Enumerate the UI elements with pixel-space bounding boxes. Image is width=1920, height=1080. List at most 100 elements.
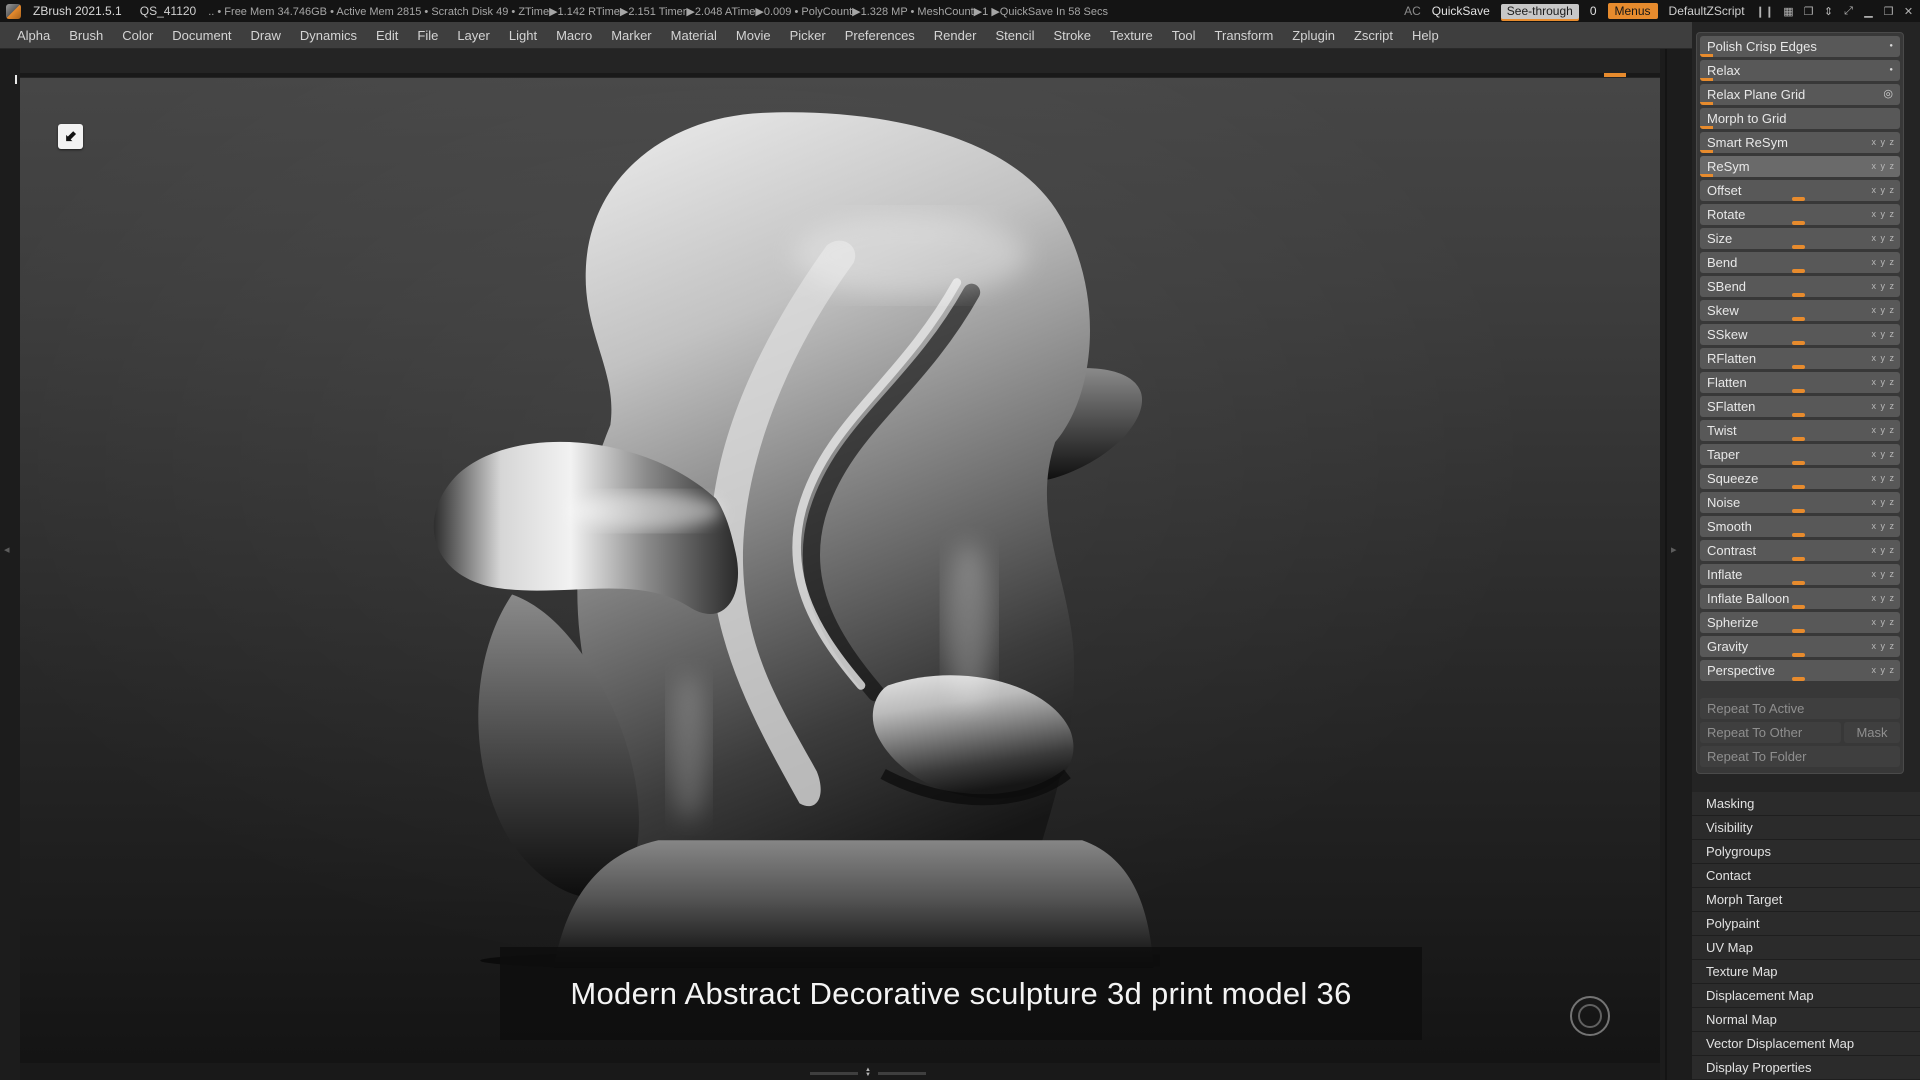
section-vector-displacement-map[interactable]: Vector Displacement Map [1692,1032,1920,1056]
menu-light[interactable]: Light [500,25,546,46]
resize-diagonal-icon[interactable]: ⤢ [1843,5,1854,18]
slider-handle[interactable] [1792,461,1805,465]
axis-selector[interactable]: x y z [1871,373,1895,392]
pause-icon[interactable]: ❙❙ [1756,5,1774,18]
menu-marker[interactable]: Marker [602,25,660,46]
menu-picker[interactable]: Picker [781,25,835,46]
deform-button-relax[interactable]: Relax ● [1700,60,1900,81]
menu-edit[interactable]: Edit [367,25,407,46]
scroll-updown-icon[interactable]: ⇕ [1823,5,1834,18]
document-drop-icon[interactable]: ⬇ [58,124,83,149]
deform-slider-squeeze[interactable]: Squeeze x y z [1700,468,1900,489]
axis-selector[interactable]: x y z [1871,445,1895,464]
deform-slider-sskew[interactable]: SSkew x y z [1700,324,1900,345]
section-texture-map[interactable]: Texture Map [1692,960,1920,984]
axis-selector[interactable]: x y z [1871,349,1895,368]
menu-preferences[interactable]: Preferences [836,25,924,46]
menu-draw[interactable]: Draw [242,25,290,46]
section-polygroups[interactable]: Polygroups [1692,840,1920,864]
minimize-icon[interactable]: ▁ [1863,5,1874,18]
menu-file[interactable]: File [408,25,447,46]
menu-render[interactable]: Render [925,25,986,46]
section-contact[interactable]: Contact [1692,864,1920,888]
axis-selector[interactable]: x y z [1871,325,1895,344]
section-uv-map[interactable]: UV Map [1692,936,1920,960]
axis-selector[interactable]: x y z [1871,637,1895,656]
menu-stencil[interactable]: Stencil [986,25,1043,46]
axis-selector[interactable]: x y z [1871,253,1895,272]
scroll-right-icon[interactable]: ▸ [1671,543,1677,556]
axis-selector[interactable]: x y z [1871,469,1895,488]
deform-slider-skew[interactable]: Skew x y z [1700,300,1900,321]
deform-slider-spherize[interactable]: Spherize x y z [1700,612,1900,633]
repeat-to-other-button[interactable]: Repeat To Other [1700,722,1841,743]
deform-slider-inflate-balloon[interactable]: Inflate Balloon x y z [1700,588,1900,609]
deform-slider-noise[interactable]: Noise x y z [1700,492,1900,513]
deform-slider-inflate[interactable]: Inflate x y z [1700,564,1900,585]
deform-slider-bend[interactable]: Bend x y z [1700,252,1900,273]
axis-selector[interactable]: x y z [1871,397,1895,416]
menu-zplugin[interactable]: Zplugin [1283,25,1344,46]
section-display-properties[interactable]: Display Properties [1692,1056,1920,1080]
canvas-area[interactable]: ⬇ Modern Abstract Decorative sculpture 3… [20,49,1660,1063]
menu-layer[interactable]: Layer [448,25,499,46]
slider-handle[interactable] [1792,605,1805,609]
slider-handle[interactable] [1792,653,1805,657]
slider-handle[interactable] [1792,221,1805,225]
slider-handle[interactable] [1792,341,1805,345]
slider-handle[interactable] [1792,413,1805,417]
deform-slider-offset[interactable]: Offset x y z [1700,180,1900,201]
deform-slider-rotate[interactable]: Rotate x y z [1700,204,1900,225]
axis-selector[interactable]: x y z [1871,493,1895,512]
deform-slider-taper[interactable]: Taper x y z [1700,444,1900,465]
vertical-scroll-track[interactable] [1665,49,1667,1080]
deform-slider-rflatten[interactable]: RFlatten x y z [1700,348,1900,369]
slider-handle[interactable] [1792,245,1805,249]
menu-document[interactable]: Document [163,25,240,46]
sculpture-3d-model[interactable] [390,108,1160,968]
axis-selector[interactable]: x y z [1871,541,1895,560]
menu-brush[interactable]: Brush [60,25,112,46]
deform-slider-flatten[interactable]: Flatten x y z [1700,372,1900,393]
mask-button[interactable]: Mask [1844,722,1900,743]
slider-handle[interactable] [1792,293,1805,297]
menu-alpha[interactable]: Alpha [8,25,59,46]
scroll-bar-right[interactable] [877,1071,926,1075]
quicksave-button[interactable]: QuickSave [1432,4,1490,18]
deform-slider-size[interactable]: Size x y z [1700,228,1900,249]
menu-zscript[interactable]: Zscript [1345,25,1402,46]
slider-handle[interactable] [1792,677,1805,681]
axis-selector[interactable]: x y z [1871,205,1895,224]
slider-handle[interactable] [1792,509,1805,513]
repeat-to-active-button[interactable]: Repeat To Active [1700,698,1900,719]
axis-selector[interactable]: x y z [1871,661,1895,680]
repeat-to-folder-button[interactable]: Repeat To Folder [1700,746,1900,767]
menu-movie[interactable]: Movie [727,25,780,46]
slider-handle[interactable] [1792,437,1805,441]
menu-transform[interactable]: Transform [1206,25,1283,46]
menu-macro[interactable]: Macro [547,25,601,46]
slider-handle[interactable] [1792,629,1805,633]
axis-selector[interactable]: x y z [1871,613,1895,632]
slider-handle[interactable] [1792,317,1805,321]
axis-selector[interactable]: x y z [1871,277,1895,296]
slider-handle[interactable] [1792,389,1805,393]
deform-button-polish-crisp-edges[interactable]: Polish Crisp Edges ● [1700,36,1900,57]
menu-tool[interactable]: Tool [1163,25,1205,46]
section-polypaint[interactable]: Polypaint [1692,912,1920,936]
restore-icon[interactable]: ❒ [1883,5,1894,18]
section-masking[interactable]: Masking [1692,792,1920,816]
axis-selector[interactable]: x y z [1871,301,1895,320]
deform-button-smart-resym[interactable]: Smart ReSym x y z [1700,132,1900,153]
axis-selector[interactable]: x y z [1871,565,1895,584]
axis-selector[interactable]: x y z [1871,421,1895,440]
axis-selector[interactable]: x y z [1871,517,1895,536]
deform-slider-perspective[interactable]: Perspective x y z [1700,660,1900,681]
axis-selector[interactable]: x y z [1871,157,1895,176]
menus-toggle-button[interactable]: Menus [1607,3,1658,19]
slider-handle[interactable] [1792,557,1805,561]
section-visibility[interactable]: Visibility [1692,816,1920,840]
deform-button-morph-to-grid[interactable]: Morph to Grid [1700,108,1900,129]
horizontal-scroll-track[interactable] [20,73,1660,77]
layout-grid-icon[interactable]: ▦ [1783,5,1794,18]
